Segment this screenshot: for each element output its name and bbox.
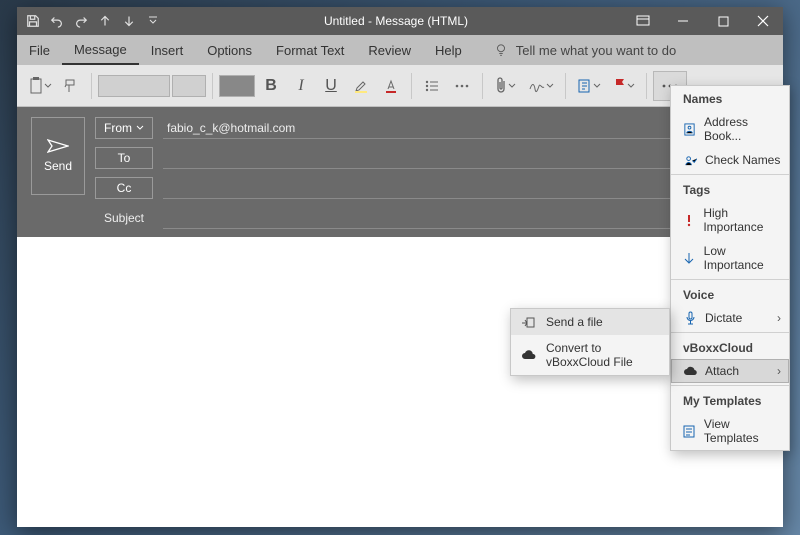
subject-label: Subject bbox=[95, 211, 153, 225]
redo-icon[interactable] bbox=[71, 11, 91, 31]
attach-file-button[interactable] bbox=[489, 71, 521, 101]
message-body[interactable] bbox=[17, 237, 783, 527]
close-button[interactable] bbox=[743, 7, 783, 35]
panel-section-vboxx: vBoxxCloud bbox=[671, 335, 789, 359]
attach-submenu: Send a file Convert to vBoxxCloud File bbox=[510, 308, 670, 376]
minimize-button[interactable] bbox=[663, 7, 703, 35]
attach-item[interactable]: Attach › bbox=[671, 359, 789, 383]
panel-section-names: Names bbox=[671, 86, 789, 110]
chevron-right-icon: › bbox=[777, 311, 781, 325]
ribbon: B I U bbox=[17, 65, 783, 107]
previous-icon[interactable] bbox=[95, 11, 115, 31]
check-names-icon bbox=[683, 154, 697, 167]
cc-button[interactable]: Cc bbox=[95, 177, 153, 199]
templates-icon bbox=[683, 425, 696, 438]
tab-message[interactable]: Message bbox=[62, 35, 139, 65]
tab-format-text[interactable]: Format Text bbox=[264, 35, 356, 65]
format-painter-button[interactable] bbox=[57, 71, 85, 101]
signature-button[interactable] bbox=[523, 71, 559, 101]
check-names-item[interactable]: Check Names bbox=[671, 148, 789, 172]
panel-section-voice: Voice bbox=[671, 282, 789, 306]
microphone-icon bbox=[683, 311, 697, 325]
window-title: Untitled - Message (HTML) bbox=[169, 14, 623, 28]
bullets-button[interactable] bbox=[418, 71, 446, 101]
lightbulb-icon bbox=[494, 43, 508, 57]
tab-review[interactable]: Review bbox=[356, 35, 423, 65]
assign-policy-button[interactable] bbox=[572, 71, 606, 101]
cloud-convert-icon bbox=[521, 350, 536, 361]
font-size-select[interactable] bbox=[172, 75, 206, 97]
message-header: Send From fabio_c_k@hotmail.com To Cc Su… bbox=[17, 107, 783, 237]
high-importance-icon bbox=[683, 214, 695, 227]
panel-section-templates: My Templates bbox=[671, 388, 789, 412]
underline-button[interactable]: U bbox=[317, 71, 345, 101]
bold-button[interactable]: B bbox=[257, 71, 285, 101]
address-book-item[interactable]: Address Book... bbox=[671, 110, 789, 148]
quick-access-toolbar bbox=[17, 11, 169, 31]
font-color-button[interactable] bbox=[377, 71, 405, 101]
convert-vboxx-item[interactable]: Convert to vBoxxCloud File bbox=[511, 335, 669, 375]
send-icon bbox=[47, 139, 69, 153]
tab-insert[interactable]: Insert bbox=[139, 35, 196, 65]
low-importance-item[interactable]: Low Importance bbox=[671, 239, 789, 277]
send-button[interactable]: Send bbox=[31, 117, 85, 195]
ribbon-tabs: File Message Insert Options Format Text … bbox=[17, 35, 783, 65]
tell-me-search[interactable]: Tell me what you want to do bbox=[494, 35, 676, 65]
save-icon[interactable] bbox=[23, 11, 43, 31]
italic-button[interactable]: I bbox=[287, 71, 315, 101]
tab-help[interactable]: Help bbox=[423, 35, 474, 65]
send-file-icon bbox=[521, 316, 536, 329]
compose-window: Untitled - Message (HTML) File Message I… bbox=[17, 7, 783, 527]
next-icon[interactable] bbox=[119, 11, 139, 31]
from-button[interactable]: From bbox=[95, 117, 153, 139]
font-name-select[interactable] bbox=[98, 75, 170, 97]
qat-overflow-icon[interactable] bbox=[143, 11, 163, 31]
address-book-icon bbox=[683, 123, 696, 136]
maximize-button[interactable] bbox=[703, 7, 743, 35]
chevron-right-icon: › bbox=[777, 364, 781, 378]
view-templates-item[interactable]: View Templates bbox=[671, 412, 789, 450]
overflow-ellipsis-button[interactable] bbox=[448, 71, 476, 101]
follow-up-flag-button[interactable] bbox=[608, 71, 640, 101]
tab-file[interactable]: File bbox=[17, 35, 62, 65]
tab-options[interactable]: Options bbox=[195, 35, 264, 65]
send-label: Send bbox=[44, 159, 72, 173]
high-importance-item[interactable]: High Importance bbox=[671, 201, 789, 239]
low-importance-icon bbox=[683, 252, 696, 265]
send-a-file-item[interactable]: Send a file bbox=[511, 309, 669, 335]
highlight-button[interactable] bbox=[347, 71, 375, 101]
paste-button[interactable] bbox=[23, 71, 55, 101]
font-color-swatch[interactable] bbox=[219, 75, 255, 97]
tell-me-label: Tell me what you want to do bbox=[516, 43, 676, 58]
titlebar: Untitled - Message (HTML) bbox=[17, 7, 783, 35]
dictate-item[interactable]: Dictate › bbox=[671, 306, 789, 330]
ribbon-display-icon[interactable] bbox=[623, 7, 663, 35]
undo-icon[interactable] bbox=[47, 11, 67, 31]
cloud-attach-icon bbox=[683, 366, 697, 377]
window-controls bbox=[623, 7, 783, 35]
to-button[interactable]: To bbox=[95, 147, 153, 169]
from-label: From bbox=[104, 121, 132, 135]
panel-section-tags: Tags bbox=[671, 177, 789, 201]
ribbon-overflow-panel: Names Address Book... Check Names Tags H… bbox=[670, 85, 790, 451]
